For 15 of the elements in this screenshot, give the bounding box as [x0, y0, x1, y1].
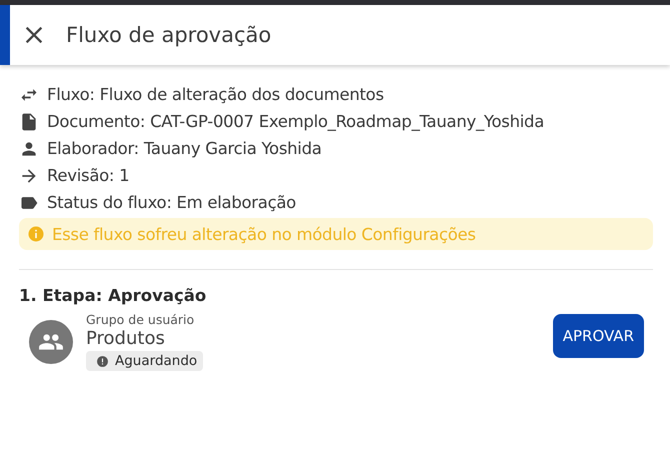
warning-text: Esse fluxo sofreu alteração no módulo Configurações — [52, 224, 476, 244]
detail-text: Revisão: 1 — [47, 166, 130, 185]
detail-text: Documento: CAT-GP-0007 Exemplo_Roadmap_Tauany_Yoshida — [47, 112, 544, 131]
detail-text: Fluxo: Fluxo de alteração dos documentos — [47, 85, 384, 104]
approve-button[interactable]: APROVAR — [552, 314, 644, 358]
detail-text: Status do fluxo: Em elaboração — [47, 193, 296, 212]
group-label: Grupo de usuário — [86, 312, 194, 327]
status-text: Aguardando — [115, 353, 198, 369]
group-name: Produtos — [86, 328, 165, 349]
info-icon — [27, 225, 45, 243]
detail-text: Elaborador: Tauany Garcia Yoshida — [47, 139, 322, 158]
dialog-title: Fluxo de aprovação — [66, 23, 272, 47]
alert-icon — [96, 354, 109, 368]
stage-title: 1. Etapa: Aprovação — [19, 286, 208, 305]
group-avatar — [29, 320, 73, 364]
